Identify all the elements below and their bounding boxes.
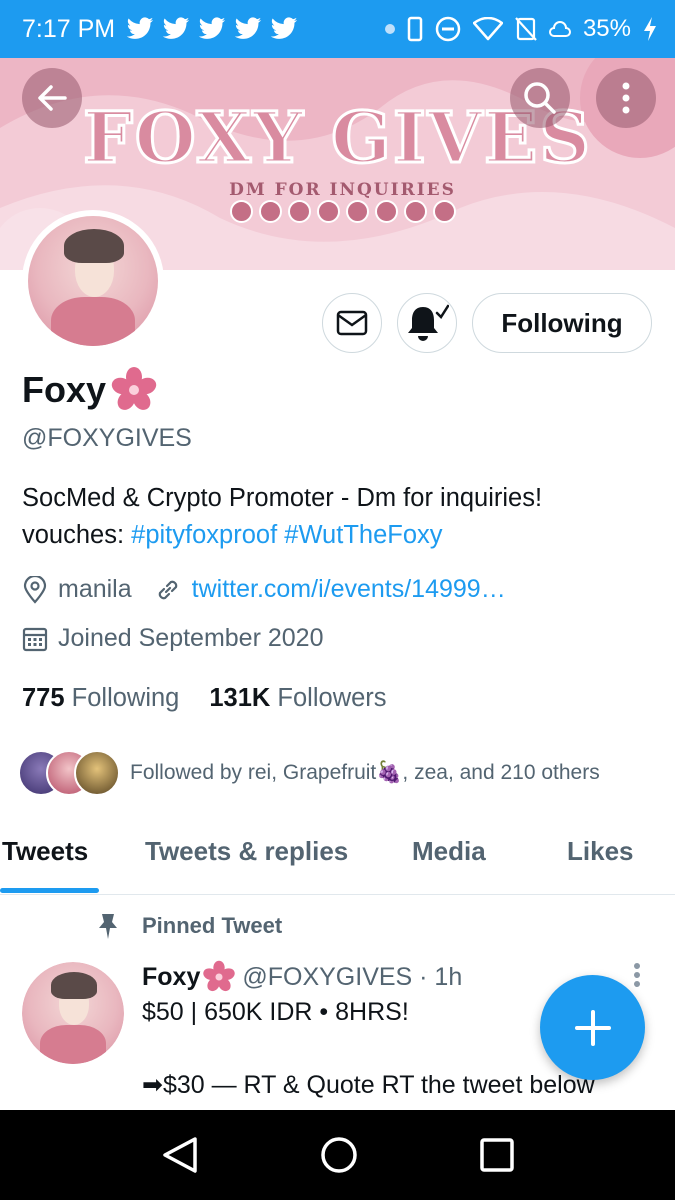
dot-icon (384, 24, 395, 34)
tweet-header: Foxy 🌸 @FOXYGIVES · 1h (142, 960, 462, 994)
reddit-icon (433, 200, 456, 223)
plus-icon (574, 1009, 611, 1046)
pinned-tweet-text: Pinned Tweet (142, 913, 283, 938)
twitter-notification-icon (270, 17, 298, 39)
twitter-notification-icon (162, 17, 190, 39)
active-tab-indicator (0, 888, 99, 893)
bell-check-icon (408, 304, 449, 341)
twitter-notification-icon (198, 17, 226, 39)
wifi-icon (472, 17, 503, 41)
banner-social-icons (230, 200, 456, 223)
profile-meta-joined-row: Joined September 2020 (22, 624, 323, 653)
nav-back-button[interactable] (161, 1135, 199, 1175)
more-options-button[interactable] (596, 68, 656, 128)
charging-icon (643, 16, 657, 42)
bio-vouches-label: vouches: (22, 521, 132, 549)
envelope-icon (336, 310, 368, 336)
tweet-author-avatar[interactable] (22, 962, 124, 1064)
followed-by-row[interactable]: Followed by rei, Grapefruit🍇, zea, and 2… (18, 750, 600, 796)
tweet-author-name[interactable]: Foxy (142, 963, 200, 992)
tab-tweets[interactable]: Tweets (2, 836, 88, 867)
profile-bio: SocMed & Crypto Promoter - Dm for inquir… (22, 480, 652, 554)
notifications-button[interactable] (397, 293, 457, 353)
twitter-notification-icon (234, 17, 262, 39)
profile-website-link[interactable]: twitter.com/i/events/14999… (192, 575, 506, 604)
cherry-blossom-icon (111, 367, 157, 410)
tab-tweets-and-replies[interactable]: Tweets & replies (145, 836, 348, 867)
profile-stats: 775 Following 131K Followers (22, 684, 387, 713)
search-button[interactable] (510, 68, 570, 128)
facebook-icon (346, 200, 369, 223)
profile-tabs: Tweets Tweets & replies Media Likes (0, 820, 675, 895)
tab-likes[interactable]: Likes (567, 836, 634, 867)
nav-home-button[interactable] (320, 1136, 358, 1174)
pin-icon (96, 912, 120, 940)
android-nav-bar (0, 1110, 675, 1200)
followers-label: Followers (277, 684, 387, 712)
system-icons: 35% (384, 15, 657, 43)
battery-text: 35% (582, 15, 631, 42)
more-vertical-icon (622, 82, 630, 114)
link-icon (154, 576, 182, 604)
no-signal-icon (515, 16, 537, 42)
youtube-icon (375, 200, 398, 223)
tiktok-icon (288, 200, 311, 223)
hashtag-link[interactable]: #WutTheFoxy (284, 521, 442, 549)
tweet-author-handle-time: @FOXYGIVES · 1h (242, 962, 463, 991)
circle-home-icon (320, 1137, 357, 1173)
profile-meta-location-row: manila twitter.com/i/events/14999… (22, 575, 506, 604)
search-icon (524, 82, 556, 114)
status-bar: 7:17 PM 35% (0, 0, 675, 58)
following-label: Following (71, 684, 180, 712)
profile-location: manila (58, 575, 132, 603)
notification-icons (125, 17, 299, 41)
following-count: 775 (22, 684, 65, 712)
discord-icon (230, 200, 253, 223)
followers-stat[interactable]: 131K Followers (209, 684, 386, 713)
more-vertical-icon (634, 963, 640, 987)
calendar-icon (22, 626, 48, 652)
telegram-icon (317, 200, 340, 223)
bio-line-1: SocMed & Crypto Promoter - Dm for inquir… (22, 484, 543, 512)
tab-media[interactable]: Media (412, 836, 486, 867)
back-button[interactable] (22, 68, 82, 128)
followed-by-text: Followed by rei, Grapefruit🍇, zea, and 2… (130, 761, 600, 784)
square-recents-icon (479, 1138, 514, 1172)
profile-joined-date: Joined September 2020 (58, 624, 324, 652)
twitter-notification-icon (126, 17, 154, 39)
location-pin-icon (22, 575, 48, 604)
followers-count: 131K (209, 684, 271, 712)
nav-recents-button[interactable] (479, 1137, 515, 1173)
message-button[interactable] (322, 293, 382, 353)
compose-tweet-button[interactable] (540, 975, 645, 1080)
status-time: 7:17 PM (22, 14, 116, 43)
tweet-text-line: ➡$30 — RT & Quote RT the tweet below (142, 1071, 595, 1099)
banner-subtitle: DM FOR INQUIRIES (229, 180, 456, 200)
profile-handle: @FOXYGIVES (22, 424, 192, 452)
do-not-disturb-icon (435, 16, 461, 42)
following-button[interactable]: Following (472, 293, 652, 353)
banner-title: FOXY GIVES (82, 95, 592, 181)
instagram-icon (404, 200, 427, 223)
profile-avatar[interactable] (22, 210, 164, 352)
following-stat[interactable]: 775 Following (22, 684, 179, 713)
profile-name-row: Foxy 🌸 (22, 366, 158, 414)
tweet-more-button[interactable] (630, 962, 644, 997)
avatar-image (28, 216, 158, 346)
triangle-back-icon (162, 1137, 197, 1173)
follower-avatar (74, 750, 120, 796)
hashtag-link[interactable]: #pityfoxproof (131, 521, 277, 549)
avatar-image (22, 962, 124, 1064)
cloud-icon (548, 20, 571, 38)
vibrate-icon (407, 16, 423, 42)
bio-line-2: vouches: #pityfoxproof #WutTheFoxy (22, 517, 652, 554)
twitter-icon (259, 200, 282, 223)
cherry-blossom-icon (203, 960, 236, 992)
tweet-text-line: $50 | 650K IDR • 8HRS! (142, 998, 409, 1026)
pinned-tweet-label: Pinned Tweet (96, 912, 282, 940)
arrow-left-icon (38, 85, 67, 111)
profile-name: Foxy (22, 369, 107, 410)
